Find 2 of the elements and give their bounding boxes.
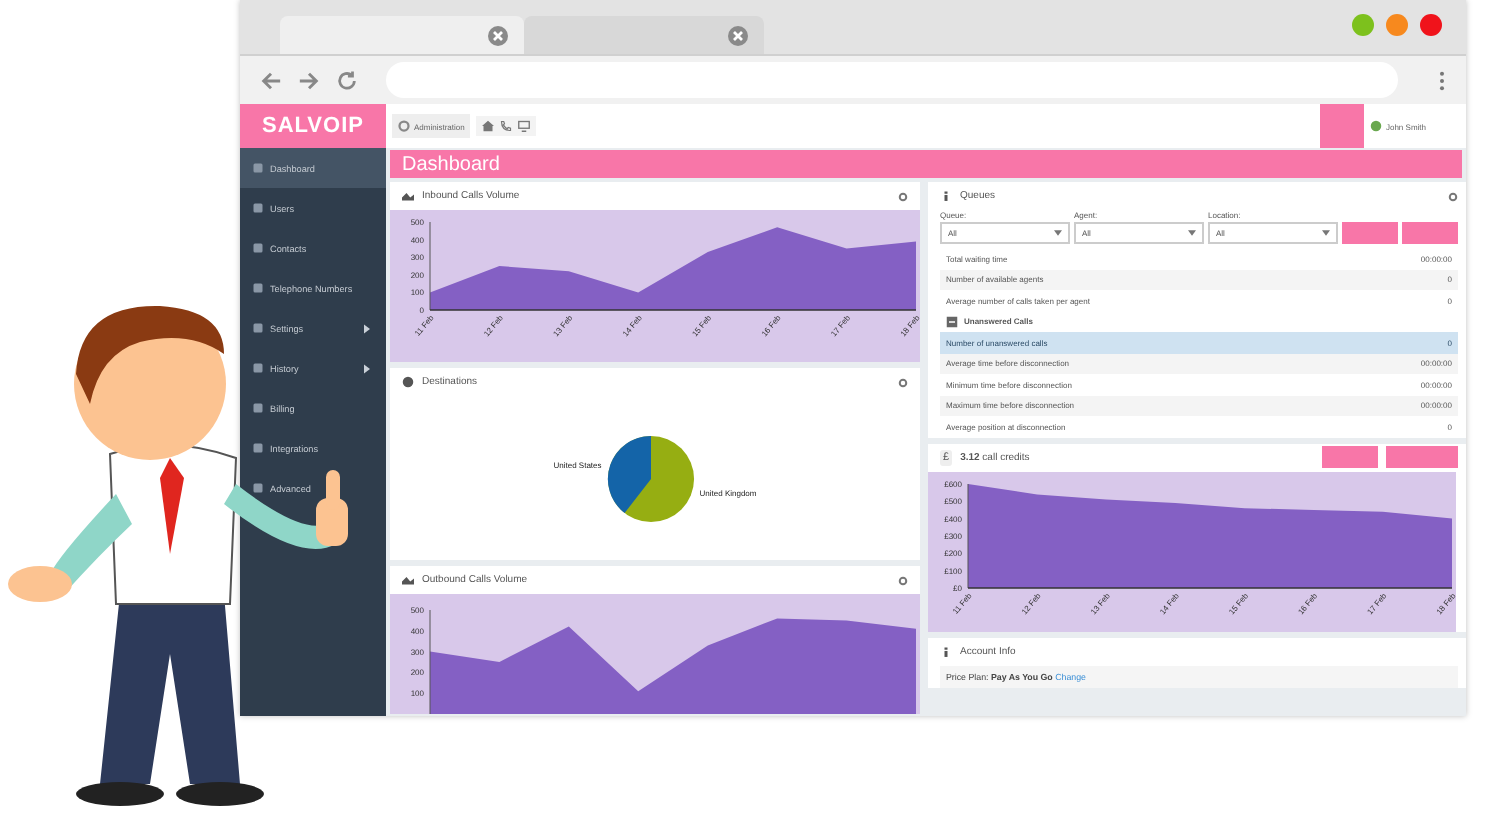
page-title: Dashboard [390, 150, 1462, 178]
logo: SALVOIP [240, 104, 386, 148]
